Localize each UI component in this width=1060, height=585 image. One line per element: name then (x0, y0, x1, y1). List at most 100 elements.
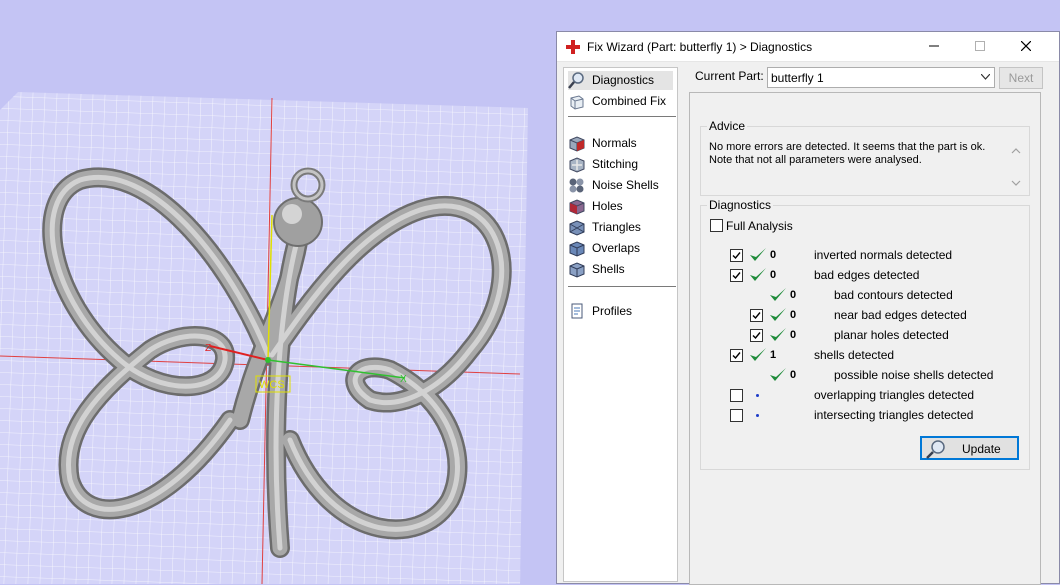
full-analysis-label: Full Analysis (726, 219, 793, 233)
axis-x-label: X (400, 374, 407, 385)
advice-scrollbar[interactable] (1009, 145, 1023, 189)
nav-separator (568, 286, 676, 287)
nav-label: Noise Shells (592, 178, 659, 192)
current-part-value: butterfly 1 (771, 71, 824, 85)
diag-row-label: bad contours detected (834, 288, 953, 302)
close-icon (1021, 41, 1031, 51)
diag-row-label: inverted normals detected (814, 248, 953, 262)
overlaps-icon (569, 241, 585, 257)
nav-label: Overlaps (592, 241, 641, 255)
diag-count: 0 (770, 249, 777, 261)
maximize-icon (975, 41, 985, 51)
status-ok-check-icon (750, 248, 766, 261)
advice-line-2: Note that not all parameters were analys… (709, 154, 922, 166)
nav-item-stitching[interactable]: Stitching (568, 155, 673, 174)
3d-viewport[interactable]: Z X WCS (0, 0, 560, 584)
status-ok-check-icon (770, 308, 786, 321)
diag-count: 1 (770, 349, 777, 361)
nav-label: Profiles (592, 304, 633, 318)
nav-item-normals[interactable]: Normals (568, 134, 673, 153)
diag-count: 0 (770, 269, 777, 281)
diag-row-label: bad edges detected (814, 268, 920, 282)
status-ok-check-icon (770, 288, 786, 301)
advice-line-1: No more errors are detected. It seems th… (709, 141, 986, 153)
wcs-label: WCS (259, 379, 285, 391)
diag-row-checkbox[interactable] (750, 329, 763, 342)
status-ok-check-icon (750, 348, 766, 361)
diag-row-checkbox[interactable] (730, 389, 743, 402)
title-bar[interactable]: Fix Wizard (Part: butterfly 1) > Diagnos… (557, 32, 1059, 62)
nav-item-holes[interactable]: Holes (568, 197, 673, 216)
diag-row-label: planar holes detected (834, 328, 949, 342)
diag-row-label: shells detected (814, 348, 895, 362)
advice-group: Advice No more errors are detected. It s… (700, 119, 1030, 196)
fix-wizard-dialog: Fix Wizard (Part: butterfly 1) > Diagnos… (556, 31, 1060, 585)
nav-item-noise-shells[interactable]: Noise Shells (568, 176, 673, 195)
nav-item-diagnostics[interactable]: Diagnostics (568, 71, 673, 90)
minimize-button[interactable] (911, 32, 957, 61)
current-part-select[interactable]: butterfly 1 (767, 67, 995, 88)
wizard-nav-pane: Diagnostics Combined Fix Normals Stitchi… (563, 67, 678, 582)
diag-count: 0 (790, 329, 797, 341)
magnifier-icon (568, 72, 584, 89)
shells-icon (569, 262, 585, 278)
window-title: Fix Wizard (Part: butterfly 1) > Diagnos… (587, 40, 813, 54)
nav-label: Triangles (592, 220, 641, 234)
diag-count: 0 (790, 289, 797, 301)
checkmark-icon (732, 352, 741, 360)
chevron-down-icon (981, 74, 990, 80)
current-part-label: Current Part: (695, 69, 764, 83)
nav-item-shells[interactable]: Shells (568, 260, 673, 279)
diag-count: 0 (790, 369, 797, 381)
nav-item-combined-fix[interactable]: Combined Fix (568, 92, 673, 111)
diag-row-checkbox[interactable] (750, 309, 763, 322)
checkmark-icon (752, 312, 761, 320)
viewport-canvas[interactable]: Z X WCS (0, 0, 560, 584)
update-button[interactable]: Update (920, 436, 1019, 460)
checkmark-icon (732, 272, 741, 280)
status-pending-dot-icon (756, 414, 759, 417)
status-ok-check-icon (770, 328, 786, 341)
stitching-icon (569, 157, 585, 173)
normals-cube-icon (569, 136, 585, 152)
diag-count: 0 (790, 309, 797, 321)
full-analysis-checkbox[interactable] (710, 219, 723, 232)
nav-label: Diagnostics (592, 73, 655, 87)
holes-cube-icon (569, 199, 585, 215)
next-button[interactable]: Next (999, 67, 1043, 89)
status-pending-dot-icon (756, 394, 759, 397)
triangles-icon (569, 220, 585, 236)
advice-title: Advice (707, 119, 748, 133)
diag-row-checkbox[interactable] (730, 269, 743, 282)
magnifier-icon (926, 440, 945, 459)
cube-icon (570, 95, 584, 110)
nav-item-profiles[interactable]: Profiles (568, 302, 673, 321)
diag-row-checkbox[interactable] (730, 409, 743, 422)
checkmark-icon (732, 252, 741, 260)
close-button[interactable] (1003, 32, 1049, 61)
diag-row-checkbox[interactable] (730, 249, 743, 262)
nav-separator (568, 116, 676, 117)
diag-row-label: intersecting triangles detected (814, 408, 974, 422)
maximize-button[interactable] (957, 32, 1003, 61)
nav-label: Shells (592, 262, 625, 276)
nav-label: Holes (592, 199, 623, 213)
diag-row-label: possible noise shells detected (834, 368, 994, 382)
noise-shells-icon (569, 178, 584, 193)
diag-row-label: overlapping triangles detected (814, 388, 975, 402)
red-cross-icon (566, 40, 580, 54)
checkmark-icon (752, 332, 761, 340)
nav-item-overlaps[interactable]: Overlaps (568, 239, 673, 258)
diag-row-checkbox[interactable] (730, 349, 743, 362)
nav-item-triangles[interactable]: Triangles (568, 218, 673, 237)
advice-text-box: No more errors are detected. It seems th… (709, 141, 1025, 189)
axis-z-label: Z (205, 343, 211, 354)
nav-label: Normals (592, 136, 637, 150)
minimize-icon (929, 45, 939, 47)
diag-row-label: near bad edges detected (834, 308, 967, 322)
nav-label: Combined Fix (592, 94, 667, 108)
nav-label: Stitching (592, 157, 639, 171)
update-label: Update (962, 442, 1001, 456)
diagnostics-title: Diagnostics (707, 198, 774, 212)
status-ok-check-icon (750, 268, 766, 281)
